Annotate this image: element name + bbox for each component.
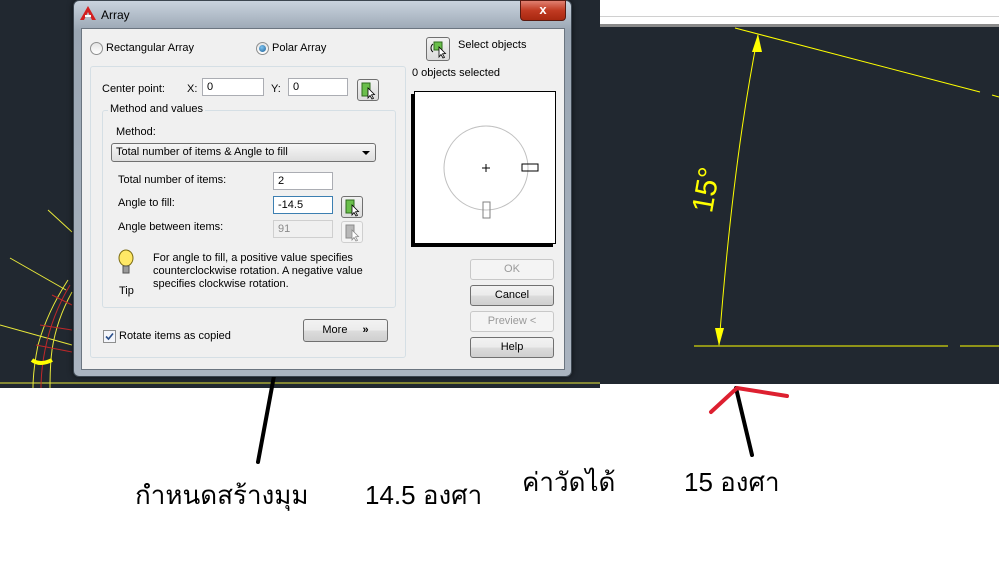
- more-button-label: More: [322, 324, 348, 336]
- more-button[interactable]: More »: [303, 319, 388, 342]
- rectangular-array-label[interactable]: Rectangular Array: [106, 42, 194, 54]
- objects-selected-count: 0 objects selected: [412, 67, 501, 79]
- center-x-label: X:: [187, 83, 198, 95]
- rectangular-array-radio[interactable]: [90, 42, 103, 55]
- dialog-body: Rectangular Array Polar Array Center poi…: [81, 28, 565, 370]
- select-objects-icon: [430, 41, 447, 59]
- annotation-measured-label: ค่าวัดได้: [522, 467, 616, 497]
- array-preview: [414, 91, 556, 244]
- total-items-label: Total number of items:: [118, 174, 227, 186]
- method-label: Method:: [116, 126, 156, 138]
- chevron-down-icon: [362, 151, 370, 155]
- pick-point-icon: [345, 199, 360, 217]
- annotation-angle-value: 14.5 องศา: [365, 480, 483, 510]
- checkmark-icon: [105, 332, 114, 341]
- select-objects-button[interactable]: [426, 37, 450, 61]
- double-chevron-down-icon: »: [362, 324, 369, 336]
- annotation-measured-value: 15 องศา: [684, 467, 780, 497]
- polar-array-radio[interactable]: [256, 42, 269, 55]
- cancel-button[interactable]: Cancel: [470, 285, 554, 306]
- angle-to-fill-input[interactable]: -14.5: [273, 196, 333, 214]
- tip-text-line-1: For angle to fill, a positive value spec…: [153, 252, 353, 264]
- center-x-input[interactable]: 0: [202, 78, 264, 96]
- annotation-define-angle: กำหนดสร้างมุม: [135, 480, 309, 510]
- polar-array-label[interactable]: Polar Array: [272, 42, 326, 54]
- select-objects-label: Select objects: [458, 39, 527, 51]
- angle-between-input[interactable]: 91: [273, 220, 333, 238]
- rotate-items-label[interactable]: Rotate items as copied: [119, 330, 231, 342]
- close-button[interactable]: x: [520, 0, 566, 21]
- help-button[interactable]: Help: [470, 337, 554, 358]
- method-values-group-label: Method and values: [108, 103, 205, 115]
- pick-point-icon: [345, 224, 360, 242]
- tip-text-line-3: specifies clockwise rotation.: [153, 278, 289, 290]
- dialog-title: Array: [101, 8, 130, 22]
- autocad-logo-icon: [80, 6, 96, 20]
- preview-button[interactable]: Preview <: [470, 311, 554, 332]
- pick-point-icon: [361, 82, 376, 100]
- center-point-label: Center point:: [102, 83, 165, 95]
- total-items-input[interactable]: 2: [273, 172, 333, 190]
- rotate-items-checkbox[interactable]: [103, 330, 116, 343]
- dimension-text: 15°: [686, 164, 727, 216]
- tip-label: Tip: [119, 285, 134, 297]
- angle-to-fill-label: Angle to fill:: [118, 197, 175, 209]
- array-dialog: Array x Rectangular Array Polar Array Ce…: [73, 0, 572, 377]
- annotation-arrow-right: [709, 385, 789, 457]
- arrowhead-top: [752, 34, 762, 52]
- angle-dimension: [694, 27, 999, 347]
- lightbulb-icon: [118, 249, 134, 274]
- pick-angle-to-fill-button[interactable]: [341, 196, 363, 218]
- center-y-input[interactable]: 0: [288, 78, 348, 96]
- preview-drawing: [443, 125, 539, 219]
- center-y-label: Y:: [271, 83, 281, 95]
- ok-button[interactable]: OK: [470, 259, 554, 280]
- tip-text-line-2: counterclockwise rotation. A negative va…: [153, 265, 363, 277]
- method-select-value: Total number of items & Angle to fill: [116, 146, 288, 158]
- pick-center-point-button[interactable]: [357, 79, 379, 101]
- angle-between-label: Angle between items:: [118, 221, 224, 233]
- road-marker: [30, 358, 53, 365]
- arrowhead-bottom: [715, 328, 724, 346]
- pick-angle-between-button[interactable]: [341, 221, 363, 243]
- method-select[interactable]: Total number of items & Angle to fill: [111, 143, 376, 162]
